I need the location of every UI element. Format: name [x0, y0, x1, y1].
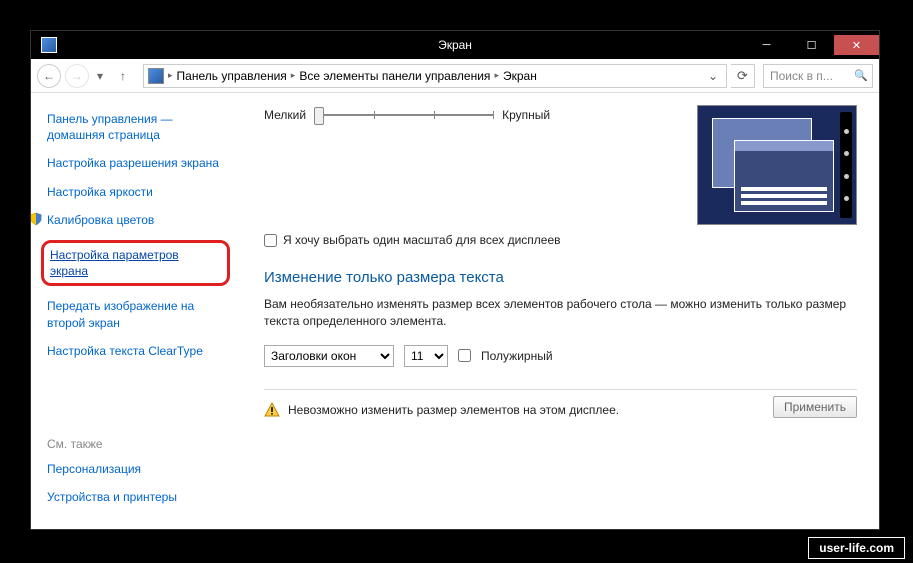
slider-min-label: Мелкий — [264, 108, 306, 122]
back-button[interactable]: ← — [37, 64, 61, 88]
maximize-button[interactable]: ☐ — [789, 35, 834, 55]
display-preview — [697, 105, 857, 225]
element-select[interactable]: Заголовки окон — [264, 345, 394, 367]
forward-button[interactable]: → — [65, 64, 89, 88]
minimize-button[interactable]: ─ — [744, 35, 789, 55]
bold-label[interactable]: Полужирный — [481, 349, 553, 363]
window: Экран ─ ☐ ✕ ← → ▾ ↑ ▸ Панель управления … — [30, 30, 880, 530]
chevron-right-icon: ▸ — [291, 70, 296, 81]
separator — [264, 389, 857, 390]
sidebar-link-calibration[interactable]: Калибровка цветов — [47, 212, 230, 228]
sidebar-link-brightness[interactable]: Настройка яркости — [47, 184, 230, 200]
warning-icon — [264, 402, 280, 418]
sidebar-link-personalization[interactable]: Персонализация — [47, 461, 230, 477]
sidebar-link-devices[interactable]: Устройства и принтеры — [47, 489, 230, 505]
see-also-header: См. также — [47, 437, 230, 451]
search-input[interactable]: Поиск в п... 🔍 — [763, 64, 873, 88]
size-select[interactable]: 11 — [404, 345, 448, 367]
chevron-right-icon: ▸ — [168, 70, 173, 81]
sidebar-link-label[interactable]: Настройка параметров экрана — [50, 248, 179, 278]
sidebar: Панель управления — домашняя страница На… — [31, 93, 246, 529]
sidebar-link-home[interactable]: Панель управления — домашняя страница — [47, 111, 230, 143]
shield-icon — [31, 212, 43, 226]
close-button[interactable]: ✕ — [834, 35, 879, 55]
up-button[interactable]: ↑ — [111, 64, 135, 88]
sidebar-link-cleartype[interactable]: Настройка текста ClearType — [47, 343, 230, 359]
sidebar-link-display-params[interactable]: Настройка параметров экрана — [47, 240, 230, 286]
window-title: Экран — [438, 38, 472, 52]
sidebar-link-label: Калибровка цветов — [47, 213, 154, 227]
section-description: Вам необязательно изменять размер всех э… — [264, 296, 857, 331]
main-content: Мелкий Крупный Я хочу выбрать один масшт… — [246, 93, 879, 529]
apply-button[interactable]: Применить — [773, 396, 857, 418]
single-scale-checkbox[interactable] — [264, 234, 277, 247]
scale-slider[interactable] — [314, 105, 494, 125]
address-dropdown[interactable]: ⌄ — [704, 69, 722, 83]
section-title: Изменение только размера текста — [264, 269, 857, 286]
highlight-annotation: Настройка параметров экрана — [41, 240, 230, 286]
navbar: ← → ▾ ↑ ▸ Панель управления ▸ Все элемен… — [31, 59, 879, 93]
search-icon: 🔍 — [854, 69, 868, 82]
display-icon — [148, 68, 164, 84]
sidebar-link-project[interactable]: Передать изображение на второй экран — [47, 298, 230, 330]
sidebar-link-resolution[interactable]: Настройка разрешения экрана — [47, 155, 230, 171]
chevron-right-icon: ▸ — [494, 70, 499, 81]
address-bar[interactable]: ▸ Панель управления ▸ Все элементы панел… — [143, 64, 727, 88]
breadcrumb[interactable]: Экран — [503, 69, 537, 83]
refresh-button[interactable]: ⟳ — [731, 64, 755, 88]
display-icon — [41, 37, 57, 53]
scale-slider-row: Мелкий Крупный — [264, 105, 687, 125]
breadcrumb[interactable]: Панель управления — [177, 69, 287, 83]
titlebar: Экран ─ ☐ ✕ — [31, 31, 879, 59]
watermark: user-life.com — [808, 537, 905, 559]
history-dropdown[interactable]: ▾ — [93, 69, 107, 83]
bold-checkbox[interactable] — [458, 349, 471, 362]
window-buttons: ─ ☐ ✕ — [744, 35, 879, 55]
body: Панель управления — домашняя страница На… — [31, 93, 879, 529]
slider-thumb[interactable] — [314, 107, 324, 125]
warning-text: Невозможно изменить размер элементов на … — [288, 403, 619, 417]
slider-max-label: Крупный — [502, 108, 550, 122]
search-placeholder: Поиск в п... — [770, 69, 833, 83]
single-scale-row: Я хочу выбрать один масштаб для всех дис… — [264, 233, 857, 247]
breadcrumb[interactable]: Все элементы панели управления — [299, 69, 490, 83]
text-size-controls: Заголовки окон 11 Полужирный — [264, 345, 857, 367]
single-scale-label[interactable]: Я хочу выбрать один масштаб для всех дис… — [283, 233, 561, 247]
